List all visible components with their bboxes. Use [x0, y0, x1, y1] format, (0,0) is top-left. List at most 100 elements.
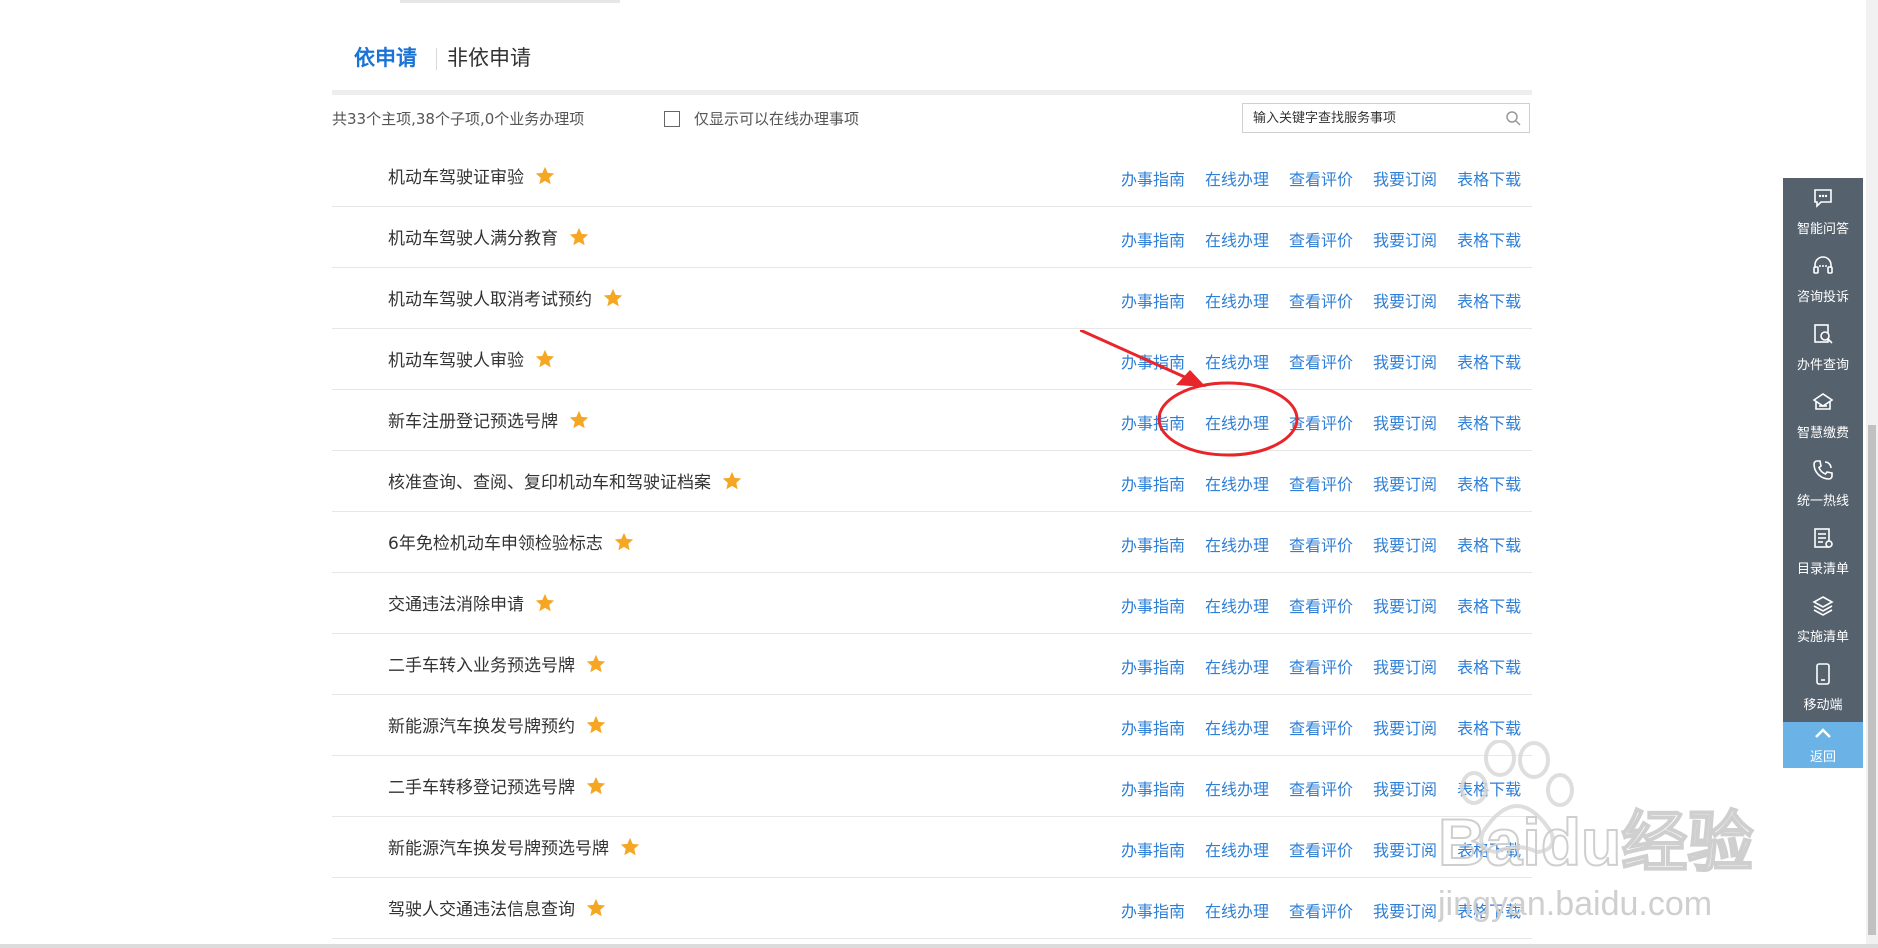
subscribe-link[interactable]: 我要订阅 — [1373, 776, 1437, 800]
service-actions: 办事指南 在线办理 查看评价 我要订阅 表格下载 — [1121, 654, 1541, 678]
scrollbar-thumb[interactable] — [1868, 425, 1876, 935]
online-link[interactable]: 在线办理 — [1205, 776, 1269, 800]
service-actions: 办事指南 在线办理 查看评价 我要订阅 表格下载 — [1121, 837, 1541, 861]
sidebar-item[interactable]: 智能问答 — [1783, 178, 1863, 246]
service-name[interactable]: 6年免检机动车申领检验标志 — [388, 529, 603, 554]
review-link[interactable]: 查看评价 — [1289, 654, 1353, 678]
online-link[interactable]: 在线办理 — [1205, 471, 1269, 495]
download-link[interactable]: 表格下载 — [1457, 166, 1521, 190]
online-only-checkbox[interactable] — [664, 110, 680, 127]
online-link[interactable]: 在线办理 — [1205, 837, 1269, 861]
download-link[interactable]: 表格下载 — [1457, 410, 1521, 434]
download-link[interactable]: 表格下载 — [1457, 776, 1521, 800]
review-link[interactable]: 查看评价 — [1289, 776, 1353, 800]
guide-link[interactable]: 办事指南 — [1121, 898, 1185, 922]
online-link[interactable]: 在线办理 — [1205, 715, 1269, 739]
download-link[interactable]: 表格下载 — [1457, 715, 1521, 739]
tab-non-application[interactable]: 非依申请 — [447, 42, 531, 72]
guide-link[interactable]: 办事指南 — [1121, 166, 1185, 190]
service-name[interactable]: 二手车转入业务预选号牌 — [388, 651, 575, 676]
service-name[interactable]: 新车注册登记预选号牌 — [388, 407, 558, 432]
service-name[interactable]: 驾驶人交通违法信息查询 — [388, 895, 575, 920]
download-link[interactable]: 表格下载 — [1457, 593, 1521, 617]
online-link[interactable]: 在线办理 — [1205, 593, 1269, 617]
guide-link[interactable]: 办事指南 — [1121, 715, 1185, 739]
online-link[interactable]: 在线办理 — [1205, 898, 1269, 922]
service-name[interactable]: 二手车转移登记预选号牌 — [388, 773, 575, 798]
review-link[interactable]: 查看评价 — [1289, 410, 1353, 434]
service-item: 机动车驾驶人取消考试预约 — [388, 285, 624, 310]
subscribe-link[interactable]: 我要订阅 — [1373, 471, 1437, 495]
tab-separator — [436, 48, 437, 70]
subscribe-link[interactable]: 我要订阅 — [1373, 288, 1437, 312]
online-link[interactable]: 在线办理 — [1205, 166, 1269, 190]
guide-link[interactable]: 办事指南 — [1121, 837, 1185, 861]
service-name[interactable]: 机动车驾驶人满分教育 — [388, 224, 558, 249]
service-name[interactable]: 交通违法消除申请 — [388, 590, 524, 615]
sidebar-item[interactable]: 统一热线 — [1783, 450, 1863, 518]
sidebar-item[interactable]: 目录清单 — [1783, 518, 1863, 586]
download-link[interactable]: 表格下载 — [1457, 532, 1521, 556]
review-link[interactable]: 查看评价 — [1289, 532, 1353, 556]
review-link[interactable]: 查看评价 — [1289, 898, 1353, 922]
download-link[interactable]: 表格下载 — [1457, 898, 1521, 922]
subscribe-link[interactable]: 我要订阅 — [1373, 532, 1437, 556]
scrollbar[interactable] — [1866, 0, 1878, 948]
service-name[interactable]: 机动车驾驶人审验 — [388, 346, 524, 371]
subscribe-link[interactable]: 我要订阅 — [1373, 898, 1437, 922]
review-link[interactable]: 查看评价 — [1289, 715, 1353, 739]
review-link[interactable]: 查看评价 — [1289, 349, 1353, 373]
guide-link[interactable]: 办事指南 — [1121, 654, 1185, 678]
service-actions: 办事指南 在线办理 查看评价 我要订阅 表格下载 — [1121, 532, 1541, 556]
review-link[interactable]: 查看评价 — [1289, 471, 1353, 495]
review-link[interactable]: 查看评价 — [1289, 593, 1353, 617]
search-icon[interactable] — [1505, 110, 1521, 126]
subscribe-link[interactable]: 我要订阅 — [1373, 593, 1437, 617]
guide-link[interactable]: 办事指南 — [1121, 532, 1185, 556]
subscribe-link[interactable]: 我要订阅 — [1373, 349, 1437, 373]
online-link[interactable]: 在线办理 — [1205, 288, 1269, 312]
service-name[interactable]: 核准查询、查阅、复印机动车和驾驶证档案 — [388, 468, 711, 493]
tab-by-application[interactable]: 依申请 — [354, 42, 417, 72]
back-to-top-button[interactable]: 返回 — [1783, 722, 1863, 768]
online-link[interactable]: 在线办理 — [1205, 349, 1269, 373]
review-link[interactable]: 查看评价 — [1289, 166, 1353, 190]
download-link[interactable]: 表格下载 — [1457, 227, 1521, 251]
service-name[interactable]: 机动车驾驶证审验 — [388, 163, 524, 188]
service-name[interactable]: 新能源汽车换发号牌预约 — [388, 712, 575, 737]
subscribe-link[interactable]: 我要订阅 — [1373, 227, 1437, 251]
subscribe-link[interactable]: 我要订阅 — [1373, 837, 1437, 861]
review-link[interactable]: 查看评价 — [1289, 227, 1353, 251]
download-link[interactable]: 表格下载 — [1457, 654, 1521, 678]
guide-link[interactable]: 办事指南 — [1121, 593, 1185, 617]
guide-link[interactable]: 办事指南 — [1121, 227, 1185, 251]
subscribe-link[interactable]: 我要订阅 — [1373, 166, 1437, 190]
download-link[interactable]: 表格下载 — [1457, 349, 1521, 373]
download-link[interactable]: 表格下载 — [1457, 288, 1521, 312]
guide-link[interactable]: 办事指南 — [1121, 471, 1185, 495]
subscribe-link[interactable]: 我要订阅 — [1373, 715, 1437, 739]
sidebar-item[interactable]: 移动端 — [1783, 654, 1863, 722]
guide-link[interactable]: 办事指南 — [1121, 410, 1185, 434]
subscribe-link[interactable]: 我要订阅 — [1373, 410, 1437, 434]
subscribe-link[interactable]: 我要订阅 — [1373, 654, 1437, 678]
review-link[interactable]: 查看评价 — [1289, 288, 1353, 312]
service-name[interactable]: 机动车驾驶人取消考试预约 — [388, 285, 592, 310]
online-link[interactable]: 在线办理 — [1205, 227, 1269, 251]
guide-link[interactable]: 办事指南 — [1121, 349, 1185, 373]
online-link[interactable]: 在线办理 — [1205, 410, 1269, 434]
service-item: 机动车驾驶证审验 — [388, 163, 556, 188]
download-link[interactable]: 表格下载 — [1457, 837, 1521, 861]
online-link[interactable]: 在线办理 — [1205, 654, 1269, 678]
sidebar-item[interactable]: 实施清单 — [1783, 586, 1863, 654]
download-link[interactable]: 表格下载 — [1457, 471, 1521, 495]
search-input[interactable] — [1243, 104, 1493, 132]
review-link[interactable]: 查看评价 — [1289, 837, 1353, 861]
guide-link[interactable]: 办事指南 — [1121, 776, 1185, 800]
sidebar-item[interactable]: 咨询投诉 — [1783, 246, 1863, 314]
guide-link[interactable]: 办事指南 — [1121, 288, 1185, 312]
sidebar-item[interactable]: 办件查询 — [1783, 314, 1863, 382]
online-link[interactable]: 在线办理 — [1205, 532, 1269, 556]
sidebar-item[interactable]: 智慧缴费 — [1783, 382, 1863, 450]
service-name[interactable]: 新能源汽车换发号牌预选号牌 — [388, 834, 609, 859]
